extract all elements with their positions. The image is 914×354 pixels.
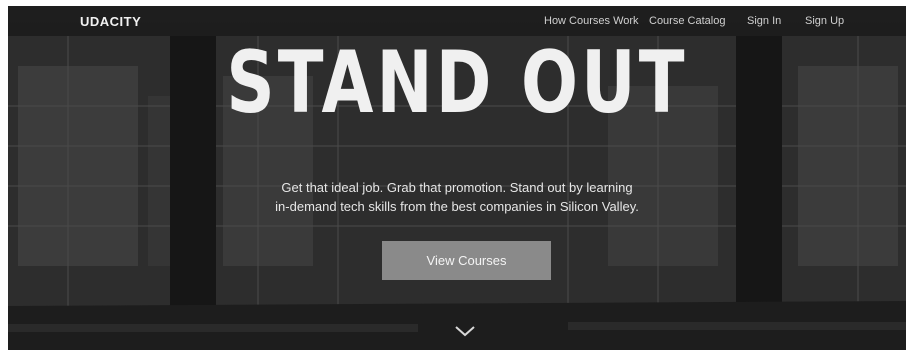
nav-course-catalog[interactable]: Course Catalog (649, 15, 725, 27)
nav-how-courses-work[interactable]: How Courses Work (544, 15, 639, 27)
nav-sign-in[interactable]: Sign In (747, 15, 781, 27)
chevron-down-icon[interactable] (454, 324, 476, 338)
udacity-logo[interactable]: UDACITY (80, 14, 141, 29)
hero-section: UDACITY How Courses Work Course Catalog … (8, 6, 906, 350)
top-navbar: UDACITY How Courses Work Course Catalog … (8, 6, 906, 36)
hero-title: STAND OUT (226, 33, 688, 133)
view-courses-button[interactable]: View Courses (382, 241, 551, 280)
hero-subtitle-line-1: Get that ideal job. Grab that promotion.… (281, 180, 633, 195)
nav-sign-up[interactable]: Sign Up (805, 15, 844, 27)
hero-subtitle: Get that ideal job. Grab that promotion.… (8, 178, 906, 216)
hero-subtitle-line-2: in-demand tech skills from the best comp… (275, 199, 639, 214)
